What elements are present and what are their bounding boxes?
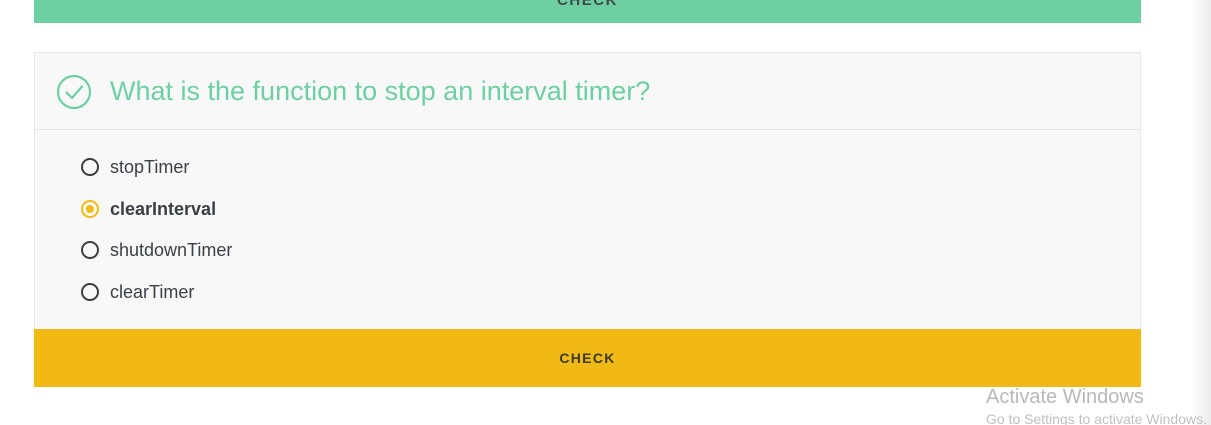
- radio-button-selected[interactable]: [81, 200, 99, 218]
- check-button[interactable]: CHECK: [34, 329, 1141, 387]
- activate-windows-subtitle: Go to Settings to activate Windows.: [986, 411, 1206, 425]
- page-edge-shadow: [1191, 0, 1211, 425]
- option-label: stopTimer: [110, 156, 190, 177]
- check-circle-icon: [56, 74, 92, 110]
- option-cleartimer[interactable]: clearTimer: [81, 278, 481, 306]
- option-label: clearInterval: [110, 198, 217, 219]
- radio-button[interactable]: [81, 158, 99, 176]
- quiz-header: What is the function to stop an interval…: [35, 53, 1140, 130]
- option-label: shutdownTimer: [110, 239, 233, 260]
- previous-check-label: CHECK: [557, 0, 618, 9]
- activate-windows-title: Activate Windows: [986, 386, 1144, 408]
- option-clearinterval[interactable]: clearInterval: [81, 195, 481, 223]
- previous-check-button[interactable]: CHECK: [34, 0, 1141, 23]
- option-stoptimer[interactable]: stopTimer: [81, 153, 481, 181]
- radio-button[interactable]: [81, 241, 99, 259]
- check-button-label: CHECK: [559, 350, 616, 366]
- option-shutdowntimer[interactable]: shutdownTimer: [81, 236, 481, 264]
- radio-button[interactable]: [81, 283, 99, 301]
- question-title: What is the function to stop an interval…: [110, 76, 651, 106]
- page: CHECK What is the function to stop an in…: [0, 0, 1211, 425]
- option-label: clearTimer: [110, 281, 195, 302]
- quiz-card: What is the function to stop an interval…: [34, 52, 1141, 387]
